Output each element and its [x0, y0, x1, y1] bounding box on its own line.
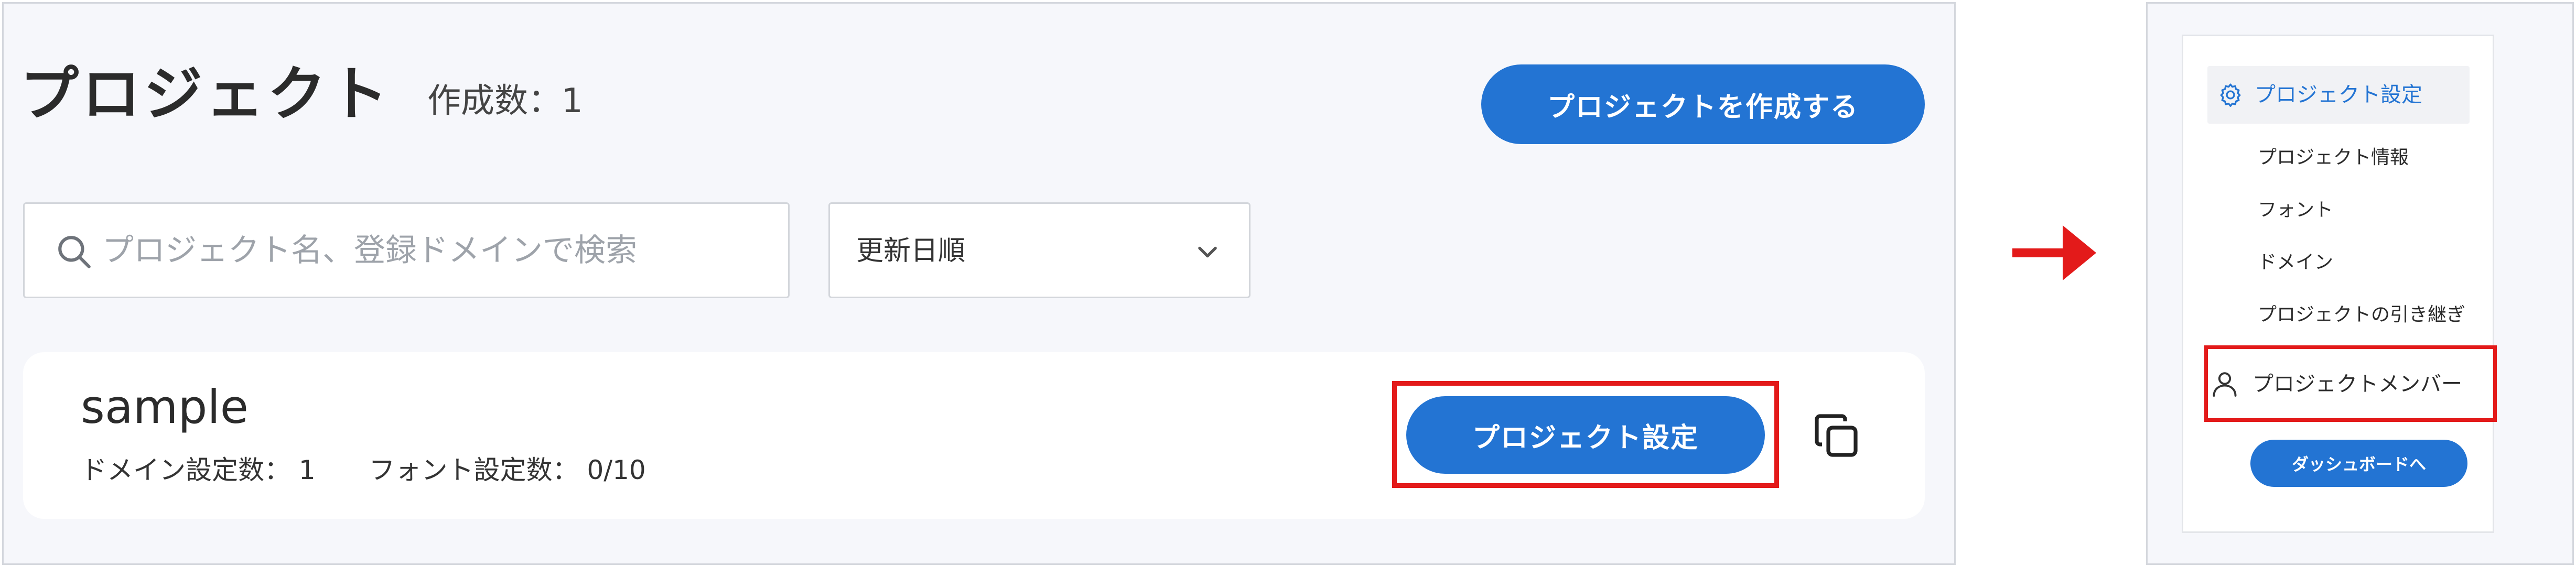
arrow-right-icon — [2012, 225, 2096, 280]
gear-icon — [2220, 83, 2241, 107]
sidebar-item-project-transfer[interactable]: プロジェクトの引き継ぎ — [2258, 302, 2465, 328]
page-title: プロジェクト — [20, 60, 391, 128]
sidebar-item-project-info[interactable]: プロジェクト情報 — [2258, 145, 2409, 171]
project-settings-sidebar: プロジェクト設定 プロジェクト情報 フォント ドメイン プロジェクトの引き継ぎ … — [2182, 35, 2497, 533]
font-count-label: フォント設定数： — [369, 455, 579, 485]
copy-icon[interactable] — [1812, 411, 1862, 461]
dashboard-button[interactable]: ダッシュボードへ — [2250, 440, 2467, 487]
search-placeholder: プロジェクト名、登録ドメインで検索 — [102, 232, 637, 269]
project-settings-button[interactable]: プロジェクト設定 — [1406, 396, 1765, 474]
user-icon — [2213, 372, 2237, 397]
project-count: 作成数：1 — [427, 78, 583, 125]
chevron-down-icon — [1198, 246, 1217, 258]
search-icon — [58, 236, 91, 268]
project-stats: ドメイン設定数： 1 フォント設定数： 0/10 — [81, 449, 646, 491]
sort-select[interactable]: 更新日順 — [828, 202, 1251, 298]
sort-selected-value: 更新日順 — [856, 235, 966, 267]
sidebar-item-fonts[interactable]: フォント — [2258, 197, 2333, 223]
sidebar-header-label: プロジェクト設定 — [2255, 83, 2422, 107]
domain-count-value: 1 — [298, 455, 316, 485]
sidebar-header-project-settings[interactable]: プロジェクト設定 — [2207, 66, 2470, 124]
project-count-value: 1 — [562, 82, 583, 121]
sidebar-item-domains[interactable]: ドメイン — [2258, 249, 2333, 276]
project-name: sample — [81, 380, 249, 434]
font-count-value: 0/10 — [587, 455, 646, 485]
create-project-button[interactable]: プロジェクトを作成する — [1481, 64, 1925, 144]
sidebar-item-project-members[interactable]: プロジェクトメンバー — [2252, 369, 2462, 399]
project-count-label: 作成数： — [427, 82, 562, 121]
search-input[interactable]: プロジェクト名、登録ドメインで検索 — [23, 202, 790, 298]
domain-count-label: ドメイン設定数： — [81, 455, 290, 485]
